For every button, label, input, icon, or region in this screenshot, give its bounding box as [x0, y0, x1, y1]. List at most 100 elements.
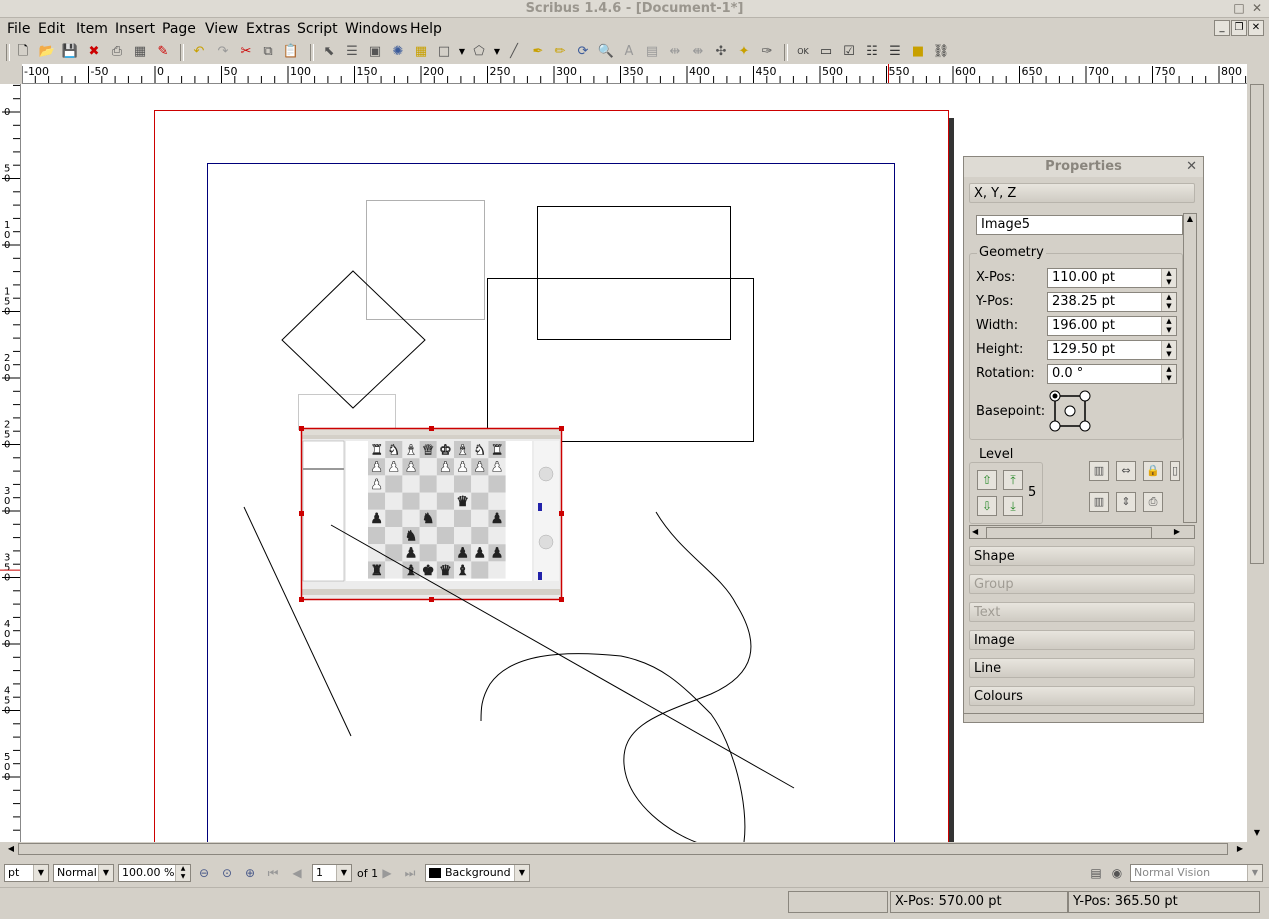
- pdf-listbox-icon[interactable]: ☰: [886, 43, 904, 61]
- scroll-down-icon[interactable]: ▼: [1250, 826, 1264, 840]
- lock-icon[interactable]: 🔒: [1143, 461, 1163, 481]
- lower-to-bottom-icon[interactable]: ⤓: [1003, 496, 1023, 516]
- palette-scrollbar[interactable]: ▲: [1183, 213, 1197, 523]
- lower-level-icon[interactable]: ⇩: [977, 496, 997, 516]
- zoom-field[interactable]: 100.00 % ▲ ▼: [118, 864, 191, 882]
- flip-icon[interactable]: ▥: [1089, 461, 1109, 481]
- pdf-combobox-icon[interactable]: ☷: [863, 43, 881, 61]
- line-icon[interactable]: ╱: [505, 43, 523, 61]
- rotate-icon[interactable]: ⟳: [574, 43, 592, 61]
- print-enable-icon[interactable]: ⎙: [1143, 492, 1163, 512]
- cut-icon[interactable]: ✂: [237, 43, 255, 61]
- measure-icon[interactable]: ✣: [712, 43, 730, 61]
- close-window-icon[interactable]: ✕: [1250, 1, 1264, 15]
- spin-arrows-icon[interactable]: ▲ ▼: [1161, 269, 1176, 287]
- previous-page-icon[interactable]: ◀: [288, 865, 306, 881]
- flip-horizontal-icon[interactable]: ⇔: [1116, 461, 1136, 481]
- menu-windows[interactable]: Windows: [345, 20, 408, 38]
- menu-view[interactable]: View: [205, 20, 238, 38]
- open-icon[interactable]: 📂: [38, 43, 56, 61]
- pdf-export-icon[interactable]: ✎: [154, 43, 172, 61]
- height-field[interactable]: 129.50 pt ▲ ▼: [1047, 340, 1177, 360]
- undo-icon[interactable]: ↶: [190, 43, 208, 61]
- save-icon[interactable]: 💾: [61, 43, 79, 61]
- close-icon[interactable]: ✖: [85, 43, 103, 61]
- close-palette-icon[interactable]: ✕: [1186, 159, 1197, 174]
- redo-icon[interactable]: ↷: [214, 43, 232, 61]
- text-frame-icon[interactable]: ☰: [343, 43, 361, 61]
- spin-arrows-icon[interactable]: ▲ ▼: [1161, 341, 1176, 359]
- freehand-icon[interactable]: ✏: [551, 43, 569, 61]
- story-editor-icon[interactable]: ▤: [643, 43, 661, 61]
- unlink-frames-icon[interactable]: ⇼: [689, 43, 707, 61]
- raise-level-icon[interactable]: ⇧: [977, 470, 997, 490]
- menu-edit[interactable]: Edit: [38, 20, 65, 38]
- eyedropper-icon[interactable]: ✑: [758, 43, 776, 61]
- raise-to-top-icon[interactable]: ⤒: [1003, 470, 1023, 490]
- section-group[interactable]: Group: [969, 574, 1195, 594]
- pdf-textfield-icon[interactable]: ▭: [817, 43, 835, 61]
- palette-hscroll-thumb[interactable]: [986, 527, 1152, 539]
- print-icon[interactable]: ⎙: [108, 43, 126, 61]
- menu-help[interactable]: Help: [410, 20, 442, 38]
- vertical-ruler[interactable]: 050100150200250300350400450500: [0, 84, 21, 844]
- zoom-100-icon[interactable]: ⊙: [218, 865, 236, 881]
- mdi-restore-icon[interactable]: ❐: [1231, 20, 1247, 36]
- render-frame-icon[interactable]: ✺: [389, 43, 407, 61]
- horizontal-scrollbar[interactable]: ◀ ▶: [0, 842, 1248, 857]
- horizontal-ruler[interactable]: -100 -50 0 50 100 150 200 250 300 350 400 450 500 550…: [22, 64, 1247, 84]
- pdf-checkbox-icon[interactable]: ☑: [840, 43, 858, 61]
- unit-select[interactable]: pt ▼: [4, 864, 49, 882]
- width-field[interactable]: 196.00 pt ▲ ▼: [1047, 316, 1177, 336]
- last-page-icon[interactable]: ⏭: [401, 865, 419, 881]
- menu-insert[interactable]: Insert: [115, 20, 155, 38]
- vision-select[interactable]: Normal Vision ▼: [1130, 864, 1263, 882]
- size-lock-icon[interactable]: ▯: [1170, 461, 1180, 481]
- section-shape[interactable]: Shape: [969, 546, 1195, 566]
- spin-arrows-icon[interactable]: ▲ ▼: [1161, 317, 1176, 335]
- spin-arrows-icon[interactable]: ▲ ▼: [1161, 365, 1176, 383]
- copy-properties-icon[interactable]: ✦: [735, 43, 753, 61]
- link-frames-icon[interactable]: ⇹: [666, 43, 684, 61]
- section-text[interactable]: Text: [969, 602, 1195, 622]
- vertical-scrollbar[interactable]: ▼: [1248, 84, 1266, 844]
- shape-icon[interactable]: □: [435, 43, 453, 61]
- palette-bottom-scrollbar[interactable]: [964, 713, 1203, 722]
- pdf-annotation-icon[interactable]: ■: [909, 43, 927, 61]
- image-frame-icon[interactable]: ▣: [366, 43, 384, 61]
- menu-extras[interactable]: Extras: [246, 20, 290, 38]
- page-select[interactable]: 1 ▼: [312, 864, 352, 882]
- section-line[interactable]: Line: [969, 658, 1195, 678]
- menu-page[interactable]: Page: [162, 20, 196, 38]
- horizontal-scroll-thumb[interactable]: [18, 843, 1228, 855]
- mode-select[interactable]: Normal ▼: [53, 864, 114, 882]
- section-xyz[interactable]: X, Y, Z: [969, 183, 1195, 203]
- zoom-in-icon[interactable]: ⊕: [241, 865, 259, 881]
- menu-file[interactable]: File: [7, 20, 30, 38]
- edit-text-icon[interactable]: A: [620, 43, 638, 61]
- preflight-icon[interactable]: ▦: [131, 43, 149, 61]
- scroll-right-icon[interactable]: ▶: [1174, 526, 1180, 538]
- properties-palette[interactable]: Properties ✕ X, Y, Z Image5 ▲ Geometry X…: [963, 156, 1204, 723]
- eye-icon[interactable]: ◉: [1108, 865, 1126, 881]
- menu-item[interactable]: Item: [76, 20, 108, 38]
- next-page-icon[interactable]: ▶: [378, 865, 396, 881]
- paste-icon[interactable]: 📋: [282, 43, 300, 61]
- basepoint-selector[interactable]: [1049, 390, 1093, 434]
- image5-frame[interactable]: ♜♞♝♛♚♝♞♜♟♟♟♟♟♟♟♟♛♟♞♟♞♟♟♟♟♜♝♚♛♝: [299, 426, 564, 602]
- spin-arrows-icon[interactable]: ▲ ▼: [1161, 293, 1176, 311]
- mdi-close-icon[interactable]: ✕: [1248, 20, 1264, 36]
- xpos-field[interactable]: 110.00 pt ▲ ▼: [1047, 268, 1177, 288]
- rotation-field[interactable]: 0.0 ° ▲ ▼: [1047, 364, 1177, 384]
- flip-vertical-icon[interactable]: ⇕: [1116, 492, 1136, 512]
- shape-dropdown-icon[interactable]: ▼: [453, 43, 471, 61]
- section-image[interactable]: Image: [969, 630, 1195, 650]
- polygon-dropdown-icon[interactable]: ▼: [488, 43, 506, 61]
- scroll-left-icon[interactable]: ◀: [4, 842, 18, 856]
- table-icon[interactable]: ▦: [412, 43, 430, 61]
- layer-select[interactable]: Background ▼: [425, 864, 530, 882]
- pdf-button-icon[interactable]: OK: [794, 43, 812, 61]
- zoom-icon[interactable]: 🔍: [597, 43, 615, 61]
- no-print-icon[interactable]: ▥: [1089, 492, 1109, 512]
- vertical-scroll-thumb[interactable]: [1250, 84, 1264, 564]
